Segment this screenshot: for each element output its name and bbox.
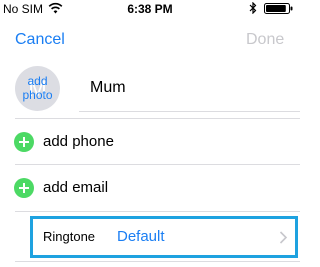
ringtone-row[interactable]: Ringtone Default bbox=[30, 216, 298, 258]
add-photo-label-line2: photo bbox=[22, 88, 53, 102]
add-email-row[interactable]: add email bbox=[0, 166, 300, 210]
add-photo-label: add photo bbox=[15, 74, 60, 102]
add-photo-button[interactable]: M add photo bbox=[15, 66, 60, 111]
divider bbox=[15, 261, 300, 262]
divider bbox=[15, 211, 300, 212]
contact-name-field[interactable]: Mum bbox=[90, 79, 126, 97]
cancel-button[interactable]: Cancel bbox=[15, 31, 65, 49]
bluetooth-icon bbox=[249, 2, 257, 14]
plus-icon[interactable] bbox=[14, 178, 34, 198]
add-email-label: add email bbox=[43, 179, 109, 196]
done-button[interactable]: Done bbox=[246, 31, 284, 49]
ringtone-label: Ringtone bbox=[43, 229, 96, 244]
ringtone-value: Default bbox=[117, 228, 165, 245]
divider bbox=[15, 164, 300, 165]
add-photo-label-line1: add bbox=[27, 74, 48, 88]
divider bbox=[15, 118, 300, 119]
battery-icon bbox=[264, 3, 293, 14]
add-phone-label: add phone bbox=[43, 133, 114, 150]
status-bar: No SIM 6:38 PM bbox=[0, 0, 300, 20]
chevron-right-icon bbox=[279, 231, 288, 244]
add-phone-row[interactable]: add phone bbox=[0, 120, 300, 164]
name-divider bbox=[79, 111, 300, 112]
plus-icon[interactable] bbox=[14, 132, 34, 152]
